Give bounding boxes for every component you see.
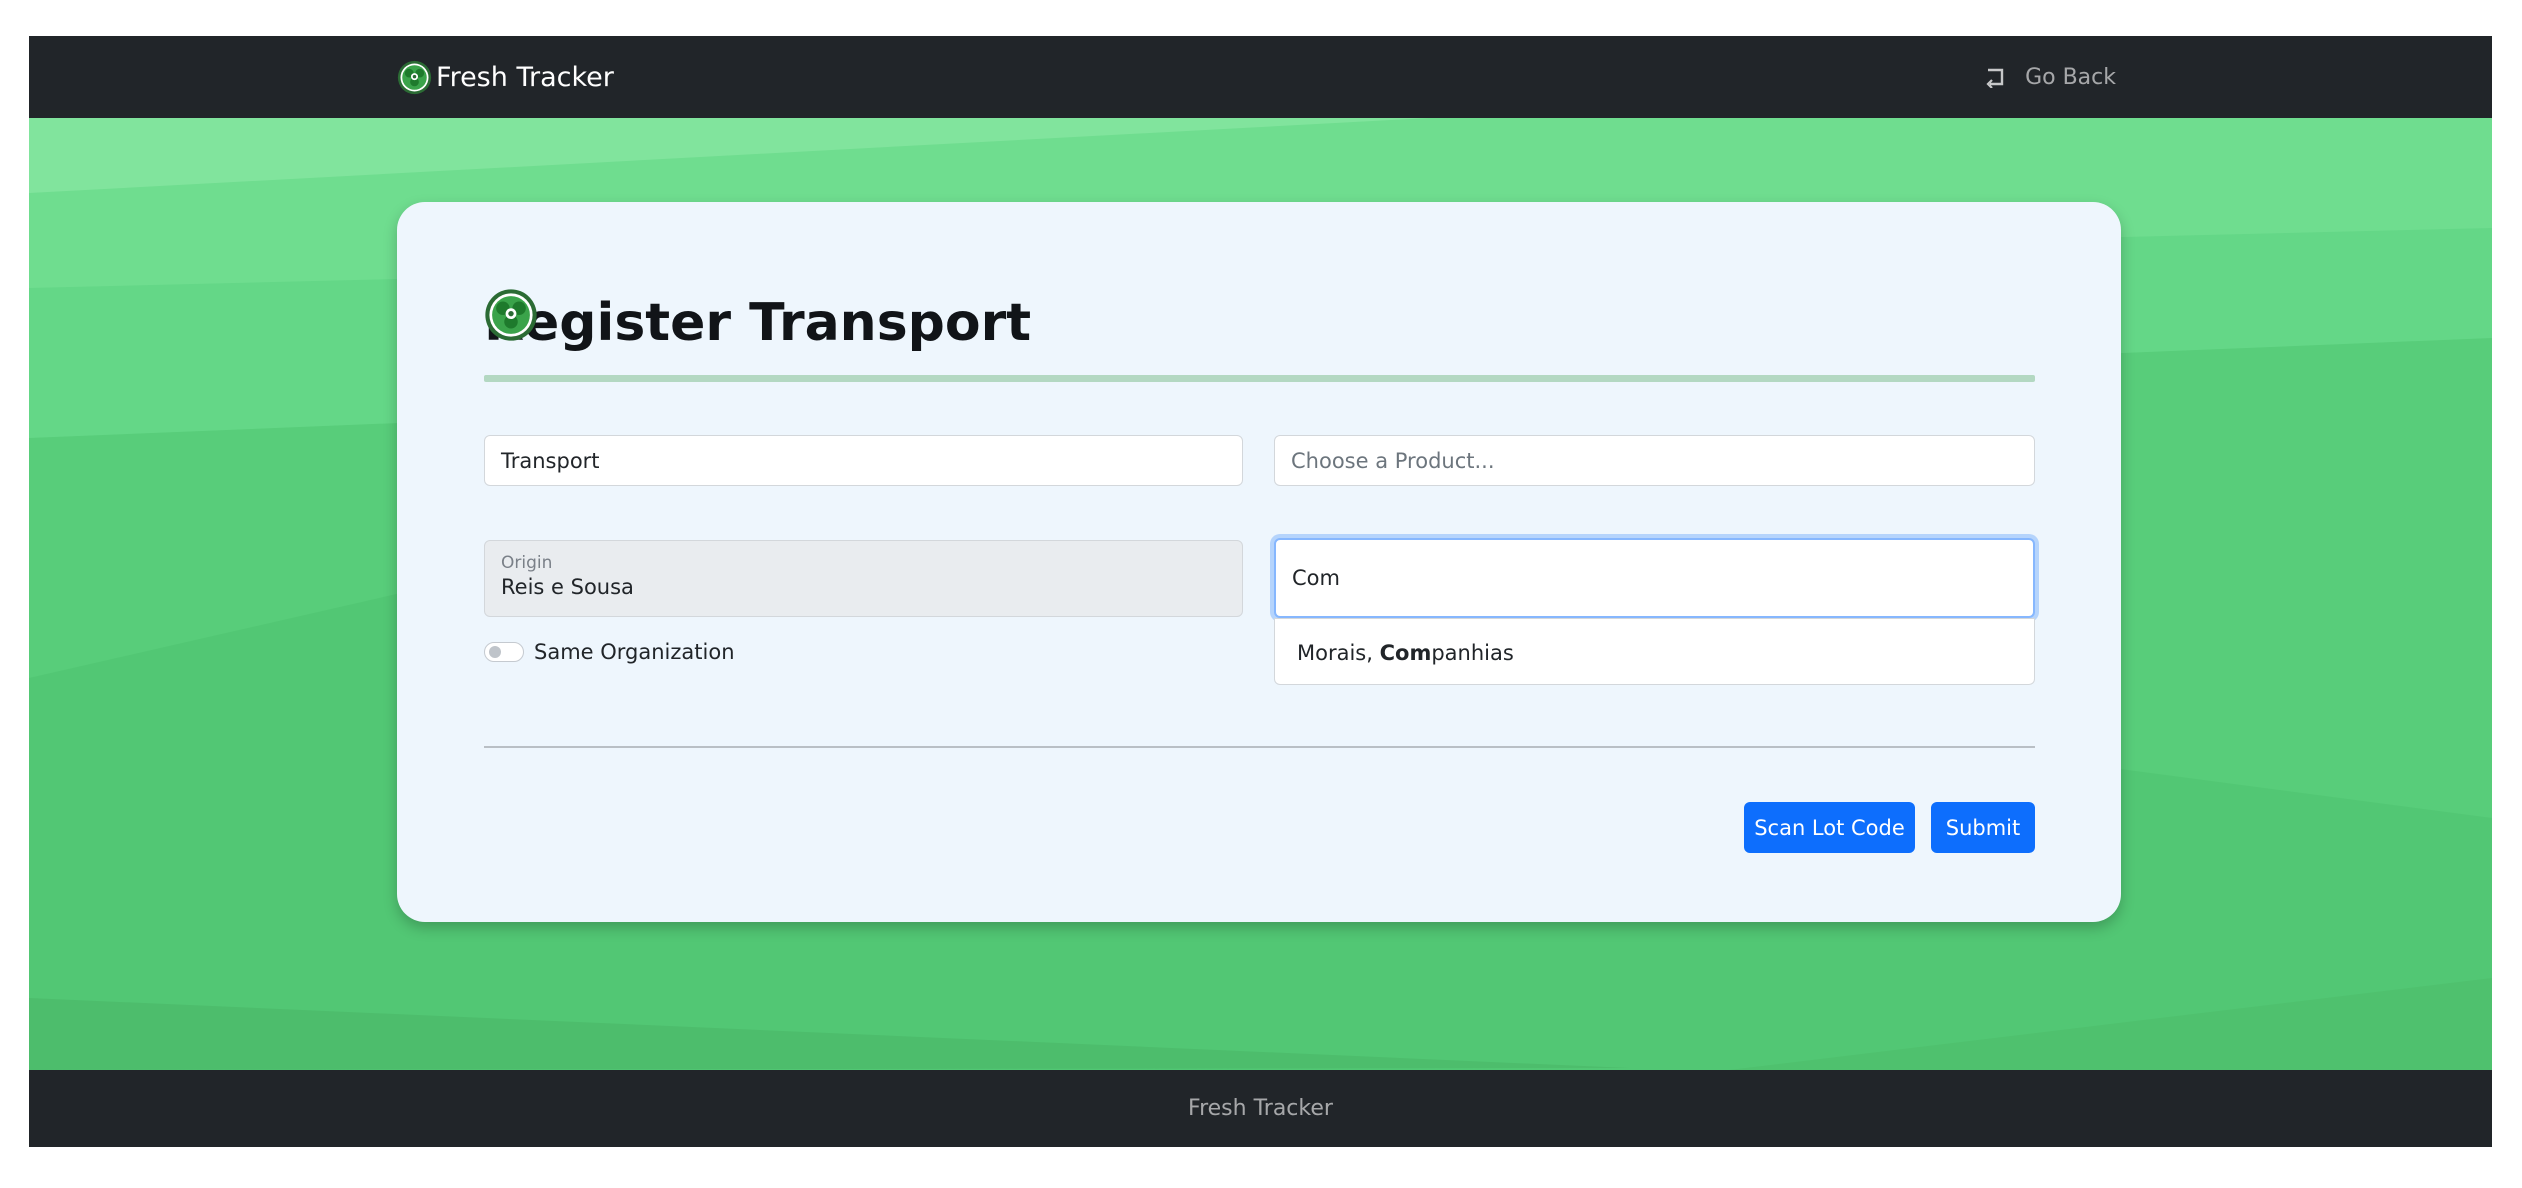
destination-input[interactable]: Com [1274,538,2035,618]
product-select[interactable]: Choose a Product... [1274,435,2035,486]
destination-value: Com [1292,566,1340,590]
page-title-text: Register Transport [484,293,1032,353]
suggestion-item[interactable]: Morais, Com panhias [1297,619,1514,686]
toggle-knob [489,646,501,658]
suggestion-match: Com [1379,640,1432,665]
same-organization-row: Same Organization [484,637,735,667]
register-transport-card: Register Transport Transport Choose a Pr… [397,202,2121,922]
suggestion-suffix: panhias [1431,640,1514,665]
scan-lot-code-button[interactable]: Scan Lot Code [1744,802,1915,853]
go-back-label: Go Back [2025,64,2116,90]
origin-label: Origin [501,553,553,573]
submit-button[interactable]: Submit [1931,802,2035,853]
destination-suggestion-list: Morais, Com panhias [1274,618,2035,685]
shamrock-badge-icon [485,289,537,341]
page-footer: Fresh Tracker [29,1070,2492,1147]
form-divider [484,746,2035,748]
main-content-area: Register Transport Transport Choose a Pr… [29,118,2492,1070]
title-divider [484,375,2035,382]
brand-link[interactable]: Fresh Tracker [397,59,614,95]
top-navbar: Fresh Tracker Go Back [29,36,2492,118]
same-organization-toggle[interactable] [484,642,524,662]
brand-text: Fresh Tracker [436,61,614,93]
origin-field: Origin Reis e Sousa [484,540,1243,617]
origin-value: Reis e Sousa [501,575,634,599]
suggestion-prefix: Morais, [1297,640,1380,665]
product-placeholder: Choose a Product... [1291,448,1495,473]
same-organization-label[interactable]: Same Organization [534,640,735,664]
app-frame: Fresh Tracker Go Back Register Transport… [29,36,2492,1147]
event-type-select[interactable]: Transport [484,435,1243,486]
return-arrow-icon [1986,68,2004,88]
page-title: Register Transport [484,288,1031,358]
footer-text: Fresh Tracker [1188,1096,1333,1121]
event-type-value: Transport [501,448,600,473]
go-back-link[interactable]: Go Back [1985,62,2116,92]
shamrock-badge-icon [397,60,432,94]
